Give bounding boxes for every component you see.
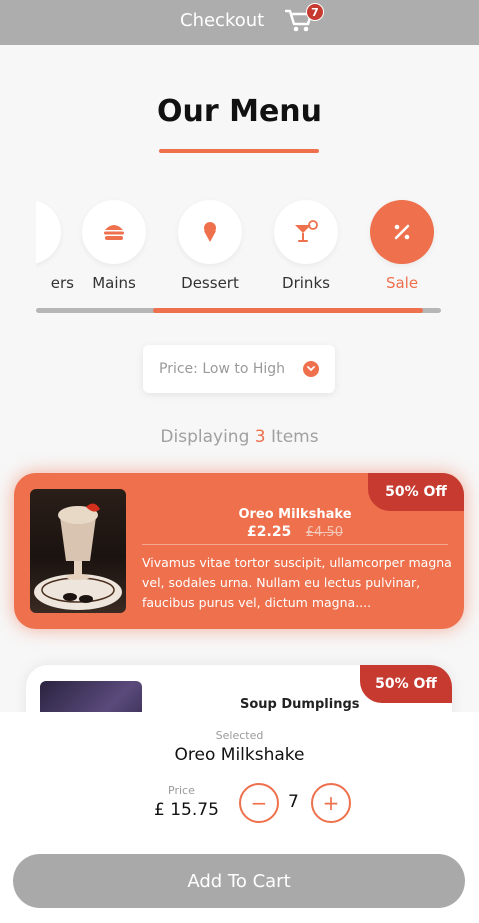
checkout-title[interactable]: Checkout (180, 10, 264, 31)
category-item-dessert[interactable]: Dessert (165, 190, 255, 292)
category-item-mains[interactable]: Mains (69, 190, 159, 292)
ice-cream-icon (178, 200, 242, 264)
cocktail-icon (274, 200, 338, 264)
selected-label: Selected (215, 729, 264, 742)
milkshake-image (30, 489, 126, 613)
category-label: Dessert (181, 274, 239, 292)
quantity-value: 7 (288, 792, 299, 812)
selected-item-name: Oreo Milkshake (174, 745, 305, 765)
item-prices: £2.25 £4.50 (142, 524, 448, 540)
results-count: Displaying 3 Items (0, 427, 479, 447)
discount-badge: 50% Off (368, 473, 464, 511)
results-prefix: Displaying (160, 427, 250, 447)
item-name: Soup Dumplings (240, 697, 360, 712)
total-price: £ 15.75 (154, 800, 219, 820)
category-label: Sale (385, 274, 419, 292)
increase-quantity-button[interactable]: + (311, 783, 351, 823)
category-item-sale[interactable]: Sale (357, 190, 441, 292)
selection-panel: Selected Oreo Milkshake Price £ 15.75 − … (0, 712, 479, 923)
cart-count-badge: 7 (306, 3, 324, 21)
category-scrollbar-thumb[interactable] (153, 308, 423, 313)
item-description: Vivamus vitae tortor suscipit, ullamcorp… (142, 555, 452, 610)
price-label: Price (168, 784, 195, 797)
sort-value: Price: Low to High (159, 361, 286, 377)
category-carousel[interactable]: ers Mains Dessert Drinks Sale (36, 190, 441, 310)
results-suffix: Items (271, 427, 319, 447)
menu-item-card-selected[interactable]: Oreo Milkshake £2.25 £4.50 Vivamus vitae… (14, 473, 464, 629)
item-old-price: £4.50 (305, 525, 343, 540)
item-price: £2.25 (247, 524, 292, 540)
burger-icon (82, 200, 146, 264)
burger-partial-icon (36, 200, 61, 264)
percent-icon (370, 200, 434, 264)
sort-select[interactable]: Price: Low to High (143, 345, 335, 393)
title-underline (159, 149, 319, 153)
page-title: Our Menu (156, 94, 322, 129)
add-to-cart-button[interactable]: Add To Cart (13, 854, 465, 908)
decrease-quantity-button[interactable]: − (239, 783, 279, 823)
top-bar: Checkout 7 (0, 0, 479, 45)
category-item-drinks[interactable]: Drinks (261, 190, 351, 292)
chevron-down-icon (303, 361, 319, 377)
discount-badge: 50% Off (360, 665, 452, 703)
category-label: Drinks (282, 274, 330, 292)
category-label: Mains (92, 274, 136, 292)
card-divider (142, 544, 448, 545)
results-number: 3 (254, 427, 266, 447)
